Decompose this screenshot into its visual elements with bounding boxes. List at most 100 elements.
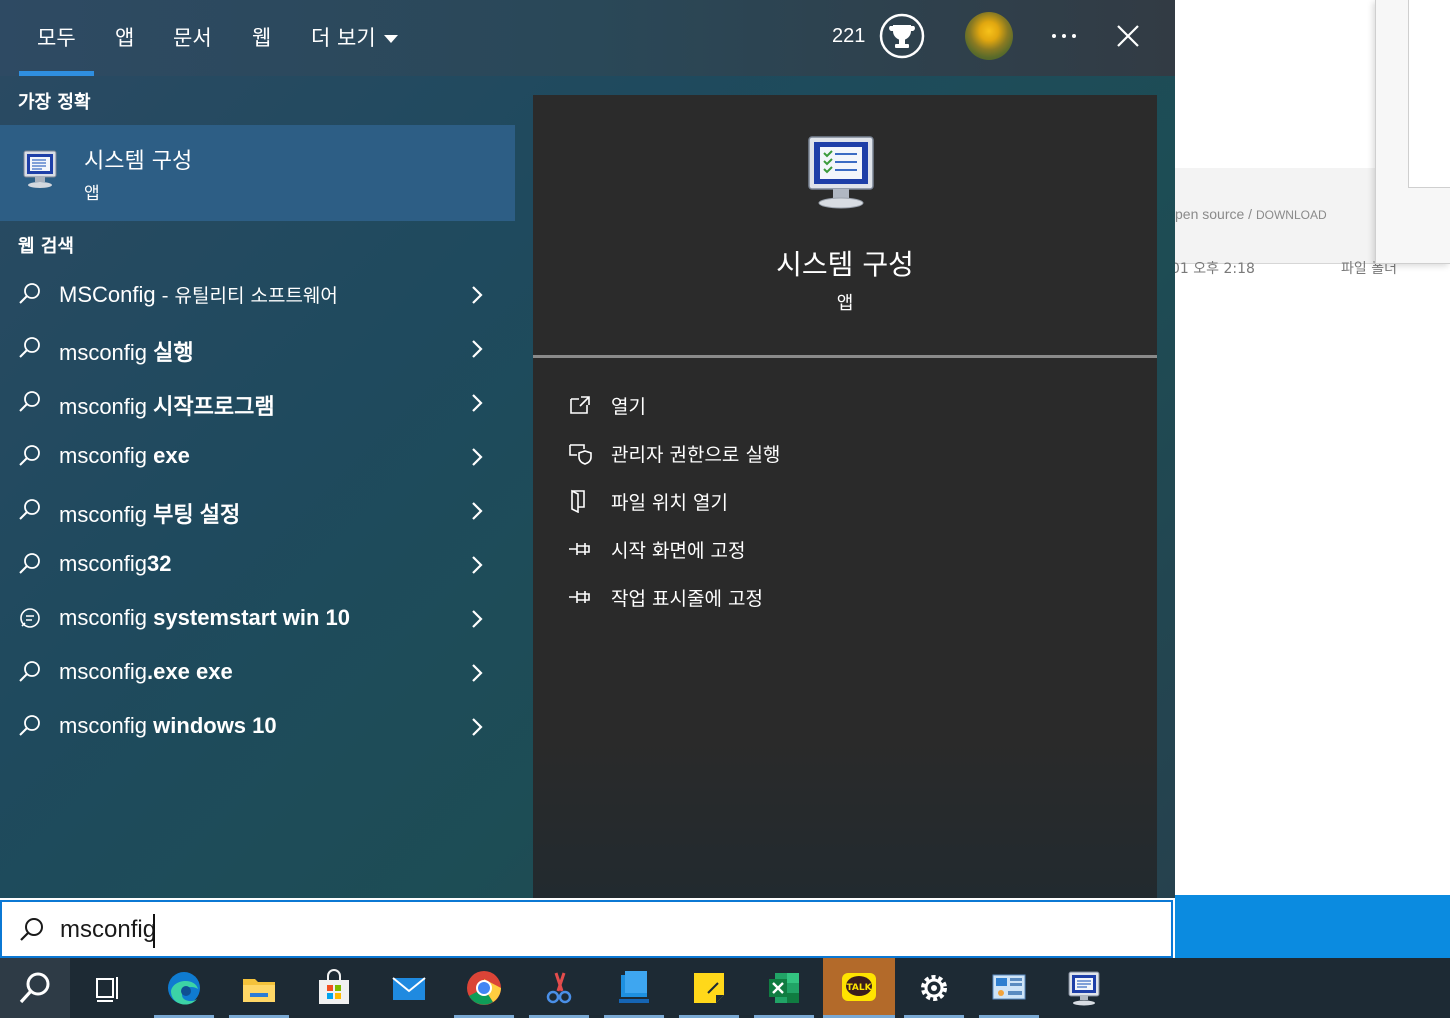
chevron-right-icon[interactable]: [468, 716, 486, 738]
web-search-item[interactable]: MSConfig - 유틸리티 소프트웨어: [0, 270, 515, 324]
taskbar-snipping-tool[interactable]: [529, 958, 589, 1018]
search-icon: [18, 714, 42, 738]
task-view-button[interactable]: [78, 958, 138, 1018]
preview-app-name: 시스템 구성: [776, 248, 914, 281]
pin-to-start-icon: [569, 543, 590, 555]
tab-all[interactable]: 모두: [37, 22, 76, 52]
system-configuration-icon: [22, 149, 58, 189]
task-view-icon: [96, 977, 118, 1002]
search-icon: [18, 444, 42, 468]
query-suggestion: 실행: [147, 340, 194, 365]
search-box[interactable]: [0, 900, 1173, 958]
action-pin-to-taskbar[interactable]: 작업 표시줄에 고정: [567, 580, 1127, 614]
edge-icon: [168, 972, 200, 1005]
background-dialog-pane: [1408, 0, 1450, 188]
chevron-right-icon[interactable]: [468, 392, 486, 414]
action-run-as-admin-label: 관리자 권한으로 실행: [611, 444, 781, 466]
chevron-right-icon[interactable]: [468, 662, 486, 684]
web-search-item-text: msconfig windows 10: [59, 713, 277, 739]
rewards-points[interactable]: 221: [832, 25, 865, 48]
mail-icon: [392, 977, 426, 1000]
chat-icon: [18, 606, 42, 630]
taskbar-excel[interactable]: [754, 958, 814, 1018]
text-caret: [153, 914, 155, 948]
search-icon: [18, 282, 42, 306]
search-icon: [18, 498, 42, 522]
pin-to-taskbar-icon: [569, 591, 590, 603]
chevron-right-icon[interactable]: [468, 284, 486, 306]
background-link-text: pen source / DOWNLOAD: [1175, 206, 1327, 222]
taskbar-control-panel[interactable]: [979, 958, 1039, 1018]
open-icon: [570, 396, 590, 414]
web-search-item[interactable]: msconfig.exe exe: [0, 648, 515, 702]
search-icon: [18, 552, 42, 576]
tab-documents[interactable]: 문서: [173, 22, 212, 52]
system-configuration-icon: [1068, 971, 1100, 1006]
ellipsis-icon[interactable]: [1046, 18, 1082, 54]
query-prefix: msconfig: [59, 340, 148, 365]
user-avatar[interactable]: [965, 12, 1013, 60]
taskbar-settings[interactable]: [904, 958, 964, 1018]
snipping-tool-icon: [546, 972, 572, 1004]
preview-header: 시스템 구성 앱: [533, 95, 1157, 358]
run-as-admin-icon: [569, 444, 592, 465]
taskbar-sticky-notes[interactable]: [679, 958, 739, 1018]
taskbar-edge[interactable]: [154, 958, 214, 1018]
tab-more[interactable]: 더 보기: [311, 22, 398, 52]
taskbar-system-configuration[interactable]: [1054, 958, 1114, 1018]
kakaotalk-icon: TALK: [842, 973, 876, 1001]
chevron-right-icon[interactable]: [468, 446, 486, 468]
tab-web[interactable]: 웹: [252, 22, 271, 52]
background-blue-band: [1175, 895, 1450, 958]
query-prefix: msconfig: [59, 551, 148, 576]
chevron-right-icon[interactable]: [468, 608, 486, 630]
taskbar-kakaotalk[interactable]: TALK: [823, 958, 895, 1018]
sticky-notes-icon: [694, 973, 724, 1003]
query-suggestion: 부팅 설정: [147, 502, 241, 527]
preview-pane: 시스템 구성 앱 열기 관리자 권한으로 실행 파일 위치 열기 시작 화면에 …: [533, 95, 1157, 898]
web-search-item[interactable]: msconfig exe: [0, 432, 515, 486]
query-prefix: msconfig: [59, 605, 148, 630]
background-link-separator: /: [1244, 206, 1256, 222]
web-search-item-text: msconfig32: [59, 551, 172, 577]
action-pin-to-start[interactable]: 시작 화면에 고정: [567, 532, 1127, 566]
taskbar-app-blue[interactable]: [604, 958, 664, 1018]
system-configuration-icon: [805, 133, 879, 211]
action-open-label: 열기: [611, 396, 646, 418]
chevron-right-icon[interactable]: [468, 500, 486, 522]
query-suggestion: systemstart win 10: [147, 605, 351, 630]
chevron-right-icon[interactable]: [468, 338, 486, 360]
background-window: pen source / DOWNLOAD 01 오후 2:18 파일 폴더: [1175, 0, 1450, 895]
search-icon: [18, 336, 42, 360]
search-tabs-bar: 모두 앱 문서 웹 더 보기 221: [0, 0, 1175, 76]
web-search-item-text: MSConfig - 유틸리티 소프트웨어: [59, 281, 338, 308]
taskbar-chrome[interactable]: [454, 958, 514, 1018]
web-search-item[interactable]: msconfig 실행: [0, 324, 515, 378]
web-search-item-text: msconfig 시작프로그램: [59, 389, 275, 421]
best-match-item[interactable]: 시스템 구성 앱: [0, 125, 515, 221]
web-search-item-text: msconfig 부팅 설정: [59, 497, 240, 529]
action-open-file-location-label: 파일 위치 열기: [611, 492, 728, 514]
action-open-file-location[interactable]: 파일 위치 열기: [567, 484, 1127, 518]
taskbar-mail[interactable]: [379, 958, 439, 1018]
action-run-as-admin[interactable]: 관리자 권한으로 실행: [567, 436, 1127, 470]
taskbar-search-button[interactable]: [0, 958, 70, 1018]
taskbar-microsoft-store[interactable]: [304, 958, 364, 1018]
web-search-item[interactable]: msconfig 부팅 설정: [0, 486, 515, 540]
search-panel: 모두 앱 문서 웹 더 보기 221 가장 정확 시스템 구성 앱 웹 검색 M…: [0, 0, 1175, 898]
web-search-item[interactable]: msconfig systemstart win 10: [0, 594, 515, 648]
chevron-right-icon[interactable]: [468, 554, 486, 576]
rewards-trophy-icon[interactable]: [879, 13, 925, 59]
web-search-item-text: msconfig.exe exe: [59, 659, 233, 685]
search-icon: [18, 660, 42, 684]
close-icon[interactable]: [1110, 18, 1146, 54]
web-search-item[interactable]: msconfig 시작프로그램: [0, 378, 515, 432]
web-search-item[interactable]: msconfig32: [0, 540, 515, 594]
tab-apps[interactable]: 앱: [115, 22, 134, 52]
web-search-item[interactable]: msconfig windows 10: [0, 702, 515, 756]
app-blue-icon: [619, 971, 649, 1003]
taskbar-file-explorer[interactable]: [229, 958, 289, 1018]
best-match-name: 시스템 구성: [84, 149, 193, 174]
action-open[interactable]: 열기: [567, 388, 1127, 422]
search-input[interactable]: [60, 912, 1060, 948]
